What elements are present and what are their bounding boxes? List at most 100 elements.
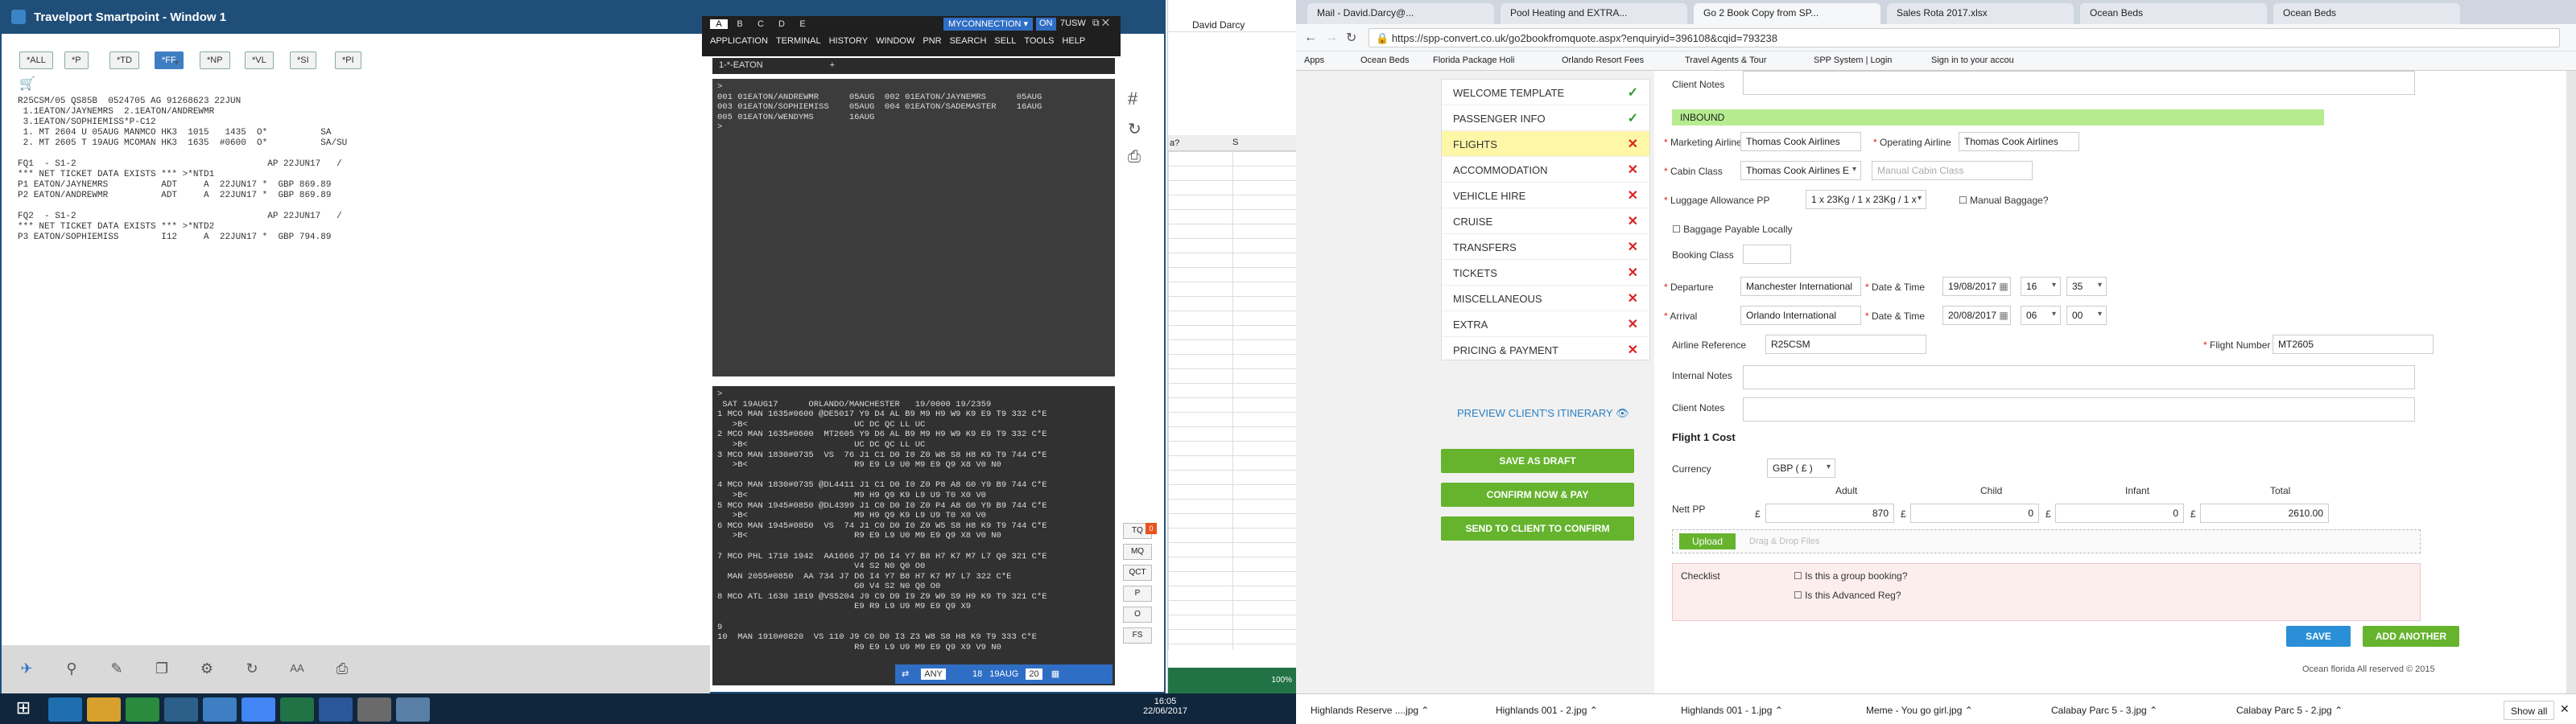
terminal-tab[interactable]: A — [710, 19, 728, 29]
google-icon[interactable] — [242, 697, 275, 722]
currency-select[interactable]: GBP ( £ ) — [1767, 459, 1835, 478]
refresh-icon[interactable]: ↻ — [1128, 119, 1141, 139]
calendar-icon[interactable]: ▦ — [1999, 310, 2008, 321]
side-button[interactable]: P — [1123, 586, 1152, 602]
cart-icon[interactable]: 🛒 — [19, 76, 35, 92]
quick-button[interactable]: *ALL — [19, 51, 53, 69]
download-item[interactable]: Highlands 001 - 1.jpg ⌃ — [1674, 701, 1852, 720]
save-button[interactable]: SAVE — [2286, 626, 2351, 647]
add-tab-icon[interactable]: + — [830, 60, 835, 70]
plane-icon[interactable]: ✈ — [16, 658, 37, 679]
connection-select[interactable]: MYCONNECTION ▾ — [943, 18, 1034, 31]
chrome-icon[interactable] — [126, 697, 159, 722]
pencil-icon[interactable]: ✎ — [106, 658, 127, 679]
search-icon[interactable]: ⚲ — [61, 658, 82, 679]
add-another-button[interactable]: ADD ANOTHER — [2363, 626, 2459, 647]
menu-item[interactable]: HELP — [1062, 36, 1085, 46]
booking-class-input[interactable] — [1743, 245, 1791, 264]
swap-icon[interactable]: ⇄ — [902, 669, 909, 679]
menu-item[interactable]: TERMINAL — [776, 36, 821, 46]
quick-button[interactable]: *VL — [245, 51, 274, 69]
bookmark-item[interactable]: SPP System | Login — [1814, 56, 1892, 65]
start-icon[interactable]: ⊞ — [6, 697, 40, 722]
side-button[interactable]: MQ — [1123, 544, 1152, 560]
ie-icon[interactable] — [48, 697, 82, 722]
calendar-icon[interactable]: ▦ — [1999, 281, 2008, 292]
nav-item[interactable]: VEHICLE HIRE ✕ — [1442, 183, 1649, 208]
manual-baggage-checkbox[interactable]: ☐ Manual Baggage? — [1959, 195, 2049, 206]
manual-cabin-input[interactable]: Manual Cabin Class — [1872, 161, 2033, 180]
nav-item[interactable]: EXTRA ✕ — [1442, 311, 1649, 337]
menu-item[interactable]: PNR — [923, 36, 941, 46]
bookmark-item[interactable]: Orlando Resort Fees — [1562, 56, 1644, 65]
bookmark-item[interactable]: Florida Package Holi — [1433, 56, 1515, 65]
side-button[interactable]: QCT — [1123, 565, 1152, 581]
quick-button[interactable]: *NP — [200, 51, 230, 69]
show-all-button[interactable]: Show all — [2504, 701, 2555, 720]
nav-item[interactable]: FLIGHTS ✕ — [1442, 131, 1649, 157]
bookmark-item[interactable]: Apps — [1304, 56, 1324, 65]
airline-ref-input[interactable]: R25CSM — [1765, 335, 1926, 354]
scrollbar[interactable] — [2566, 71, 2576, 693]
date-field[interactable]: 19AUG — [989, 669, 1018, 679]
group-booking-checkbox[interactable]: ☐ Is this a group booking? — [1794, 570, 1908, 582]
back-icon[interactable]: ← — [1304, 31, 1317, 45]
quick-button[interactable]: *TD — [109, 51, 139, 69]
client-notes2-textarea[interactable] — [1743, 397, 2415, 422]
menu-item[interactable]: TOOLS — [1024, 36, 1054, 46]
browser-tab[interactable]: Pool Heating and EXTRA... — [1501, 3, 1687, 24]
internal-notes-textarea[interactable] — [1743, 365, 2415, 389]
total-price-input[interactable]: 2610.00 — [2200, 504, 2329, 523]
printer-icon[interactable]: ⎙ — [1128, 148, 1141, 167]
nav-item[interactable]: ACCOMMODATION ✕ — [1442, 157, 1649, 183]
bookmark-item[interactable]: Ocean Beds — [1360, 56, 1410, 65]
excel-icon[interactable] — [280, 697, 314, 722]
num-field[interactable]: 20 — [1026, 668, 1042, 680]
nav-item[interactable]: CRUISE ✕ — [1442, 208, 1649, 234]
terminal-tab[interactable]: B — [731, 19, 749, 29]
confirm-pay-button[interactable]: CONFIRM NOW & PAY — [1441, 483, 1634, 507]
upload-button[interactable]: Upload — [1679, 533, 1736, 549]
download-item[interactable]: Calabay Parc 5 - 2.jpg ⌃ — [2230, 701, 2407, 720]
system-clock[interactable]: 16:05 22/06/2017 — [1143, 697, 1187, 716]
flight-number-input[interactable]: MT2605 — [2273, 335, 2434, 354]
terminal-tab[interactable]: C — [752, 19, 770, 29]
terminal-b-output[interactable]: > SAT 19AUG17 ORLANDO/MANCHESTER 19/0000… — [712, 386, 1115, 685]
nav-item[interactable]: MISCELLANEOUS ✕ — [1442, 286, 1649, 311]
adult-price-input[interactable]: 870 — [1765, 504, 1894, 523]
reload-icon[interactable]: ↻ — [1346, 30, 1356, 46]
excel-grid[interactable] — [1168, 151, 1297, 650]
app-icon[interactable] — [396, 697, 430, 722]
preview-itinerary-link[interactable]: PREVIEW CLIENT'S ITINERARY 👁 — [1457, 407, 1629, 420]
menu-item[interactable]: HISTORY — [829, 36, 869, 46]
quick-button[interactable]: *P — [64, 51, 89, 69]
dep-date-input[interactable]: 19/08/2017 ▦ — [1942, 277, 2011, 296]
bookmark-item[interactable]: Travel Agents & Tour — [1685, 56, 1767, 65]
terminal-tab[interactable]: E — [794, 19, 811, 29]
quick-button[interactable]: *SI — [290, 51, 316, 69]
terminal-tab[interactable]: D — [773, 19, 791, 29]
travelport-icon[interactable] — [203, 697, 237, 722]
browser-tab[interactable]: Ocean Beds — [2273, 3, 2460, 24]
explorer-icon[interactable] — [87, 697, 121, 722]
download-item[interactable]: Highlands 001 - 2.jpg ⌃ — [1489, 701, 1666, 720]
arrival-input[interactable]: Orlando International — [1740, 306, 1861, 325]
menu-item[interactable]: SEARCH — [950, 36, 987, 46]
cabin-class-select[interactable]: Thomas Cook Airlines E — [1740, 161, 1861, 180]
nav-item[interactable]: PASSENGER INFO ✓ — [1442, 105, 1649, 131]
client-notes-textarea[interactable] — [1743, 71, 2415, 95]
terminal-a-output[interactable]: > 001 01EATON/ANDREWMR 05AUG 002 01EATON… — [712, 79, 1115, 376]
departure-input[interactable]: Manchester International — [1740, 277, 1861, 296]
baggage-local-checkbox[interactable]: ☐ Baggage Payable Locally — [1672, 224, 1793, 235]
gear-icon[interactable]: ⚙ — [196, 658, 217, 679]
download-item[interactable]: Highlands Reserve ....jpg ⌃ — [1304, 701, 1481, 720]
browser-tab[interactable]: Ocean Beds — [2080, 3, 2267, 24]
printer-icon[interactable]: ⎙ — [332, 658, 353, 679]
copy-icon[interactable]: ❐ — [151, 658, 172, 679]
download-item[interactable]: Calabay Parc 5 - 3.jpg ⌃ — [2045, 701, 2222, 720]
menu-item[interactable]: APPLICATION — [710, 36, 768, 46]
dep-hour-select[interactable]: 16 — [2021, 277, 2061, 296]
nav-item[interactable]: PRICING & PAYMENT ✕ — [1442, 337, 1649, 363]
nav-item[interactable]: WELCOME TEMPLATE ✓ — [1442, 80, 1649, 105]
child-price-input[interactable]: 0 — [1910, 504, 2039, 523]
